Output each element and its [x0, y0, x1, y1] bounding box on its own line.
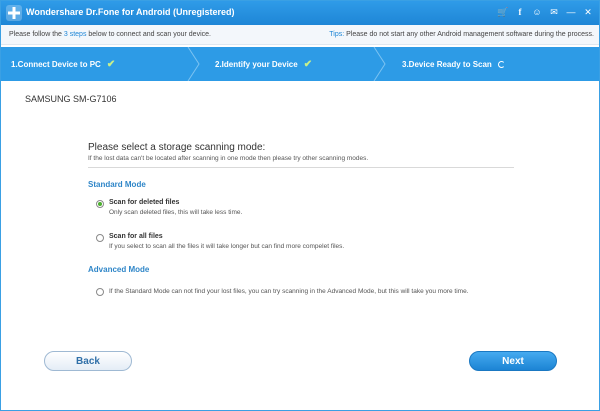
title-bar[interactable]: Wondershare Dr.Fone for Android (Unregis… — [1, 1, 599, 25]
app-window: Wondershare Dr.Fone for Android (Unregis… — [0, 0, 600, 411]
advanced-mode-title: Advanced Mode — [88, 265, 150, 274]
option-title: Scan for deleted files — [109, 199, 180, 206]
step-separator-2 — [373, 47, 386, 81]
tips-text: Tips: Please do not start any other Andr… — [329, 31, 594, 38]
tips-body: Please do not start any other Android ma… — [344, 31, 594, 38]
instruction-bar: Please follow the 3 steps below to conne… — [1, 25, 599, 45]
instruction-text: Please follow the 3 steps below to conne… — [9, 31, 211, 38]
device-name: SAMSUNG SM-G7106 — [25, 94, 117, 104]
option-title: Scan for all files — [109, 233, 163, 240]
message-icon[interactable]: ✉ — [547, 5, 561, 19]
window-title: Wondershare Dr.Fone for Android (Unregis… — [26, 7, 235, 17]
instruction-prefix: Please follow the — [9, 31, 64, 38]
minimize-icon[interactable]: — — [564, 5, 578, 19]
option-description: If you select to scan all the files it w… — [109, 243, 345, 250]
cart-icon[interactable]: 🛒 — [496, 5, 510, 19]
tips-label: Tips: — [329, 31, 345, 38]
step-1-label: 1.Connect Device to PC — [11, 59, 101, 69]
step-1: 1.Connect Device to PC ✔ — [11, 47, 115, 81]
loading-spinner-icon — [497, 60, 505, 68]
radio-scan-deleted[interactable] — [96, 200, 104, 208]
next-button[interactable]: Next — [469, 351, 557, 371]
steps-bar: 1.Connect Device to PC ✔ 2.Identify your… — [1, 47, 599, 81]
scan-mode-heading: Please select a storage scanning mode: — [88, 142, 266, 153]
step-3-label: 3.Device Ready to Scan — [402, 59, 492, 69]
back-button[interactable]: Back — [44, 351, 132, 371]
scan-mode-subheading: If the lost data can't be located after … — [88, 155, 369, 162]
option-description: Only scan deleted files, this will take … — [109, 209, 243, 216]
steps-link[interactable]: 3 steps — [64, 31, 87, 38]
check-icon: ✔ — [106, 58, 116, 70]
step-separator-1 — [187, 47, 200, 81]
facebook-icon[interactable]: f — [513, 5, 527, 19]
divider — [88, 167, 514, 168]
step-2-label: 2.Identify your Device — [215, 59, 298, 69]
check-icon: ✔ — [303, 58, 313, 70]
radio-advanced[interactable] — [96, 288, 104, 296]
option-description: If the Standard Mode can not find your l… — [109, 288, 469, 295]
step-2: 2.Identify your Device ✔ — [215, 47, 312, 81]
step-3: 3.Device Ready to Scan — [402, 47, 505, 81]
feedback-icon[interactable]: ☺ — [530, 5, 544, 19]
instruction-suffix: below to connect and scan your device. — [86, 31, 211, 38]
titlebar-icons: 🛒 f ☺ ✉ — ✕ — [496, 5, 595, 19]
app-logo-icon — [6, 5, 22, 21]
radio-scan-all[interactable] — [96, 234, 104, 242]
standard-mode-title: Standard Mode — [88, 180, 146, 189]
close-icon[interactable]: ✕ — [581, 5, 595, 19]
